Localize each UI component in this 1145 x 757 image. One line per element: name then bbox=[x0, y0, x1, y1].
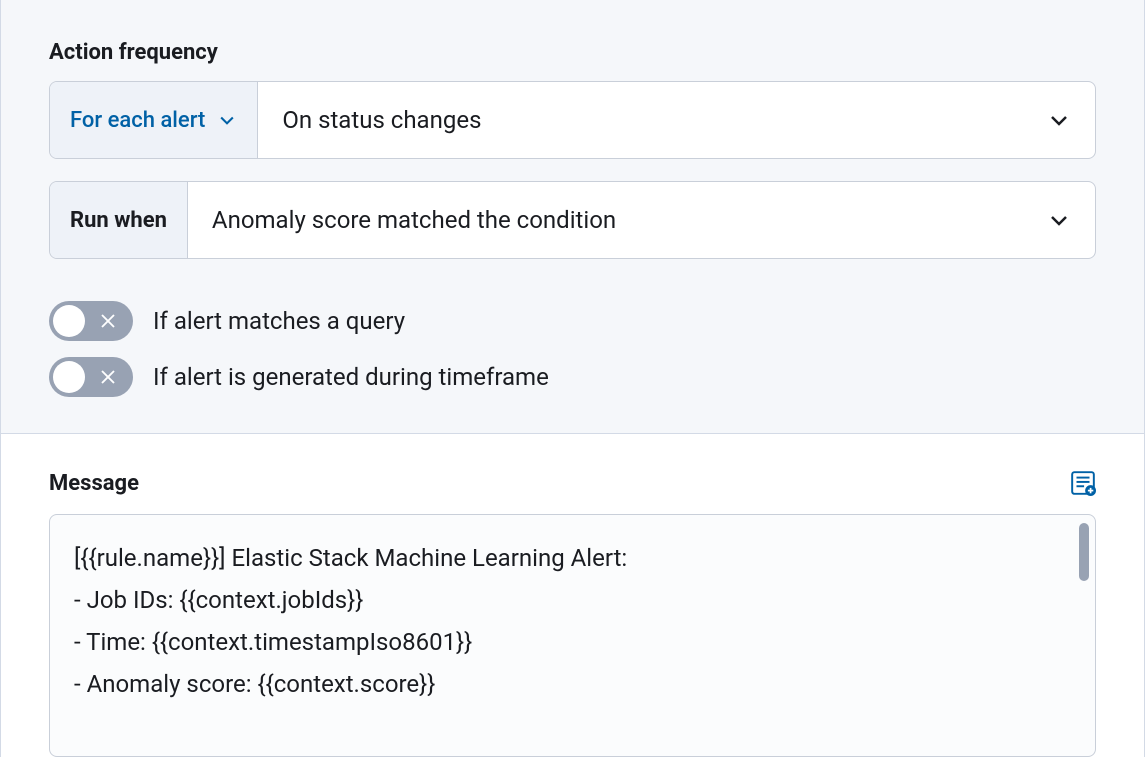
toggle-during-timeframe-row: If alert is generated during timeframe bbox=[49, 357, 1096, 397]
chevron-down-icon bbox=[1047, 208, 1071, 232]
x-icon bbox=[99, 312, 117, 330]
run-when-value: Anomaly score matched the condition bbox=[212, 206, 616, 234]
run-when-selector[interactable]: Anomaly score matched the condition bbox=[188, 182, 1095, 258]
chevron-down-icon bbox=[217, 110, 237, 130]
scrollbar-thumb[interactable] bbox=[1079, 523, 1089, 581]
action-frequency-section: Action frequency For each alert On statu… bbox=[1, 0, 1144, 434]
toggle-knob bbox=[53, 361, 85, 393]
message-header: Message bbox=[49, 470, 1096, 496]
message-body: [{{rule.name}}] Elastic Stack Machine Le… bbox=[74, 537, 1071, 705]
message-textarea[interactable]: [{{rule.name}}] Elastic Stack Machine Le… bbox=[49, 514, 1096, 757]
toggle-matches-query-row: If alert matches a query bbox=[49, 301, 1096, 341]
action-frequency-heading: Action frequency bbox=[49, 40, 1096, 65]
frequency-scope-trigger-row: For each alert On status changes bbox=[49, 81, 1096, 159]
add-variable-icon[interactable] bbox=[1070, 470, 1096, 496]
run-when-label-box: Run when bbox=[50, 182, 188, 258]
toggle-during-timeframe-label: If alert is generated during timeframe bbox=[153, 363, 549, 391]
action-config-panel: Action frequency For each alert On statu… bbox=[0, 0, 1145, 757]
toggle-matches-query[interactable] bbox=[49, 301, 133, 341]
toggle-during-timeframe[interactable] bbox=[49, 357, 133, 397]
frequency-trigger-value: On status changes bbox=[282, 106, 481, 134]
run-when-row: Run when Anomaly score matched the condi… bbox=[49, 181, 1096, 259]
run-when-label: Run when bbox=[70, 208, 167, 233]
frequency-trigger-selector[interactable]: On status changes bbox=[258, 82, 1095, 158]
frequency-scope-label: For each alert bbox=[70, 108, 205, 133]
chevron-down-icon bbox=[1047, 108, 1071, 132]
message-section: Message [{{rule.name}}] Elastic Stack Ma… bbox=[1, 434, 1144, 757]
message-heading: Message bbox=[49, 471, 139, 496]
toggle-knob bbox=[53, 305, 85, 337]
frequency-scope-selector[interactable]: For each alert bbox=[50, 82, 258, 158]
toggle-matches-query-label: If alert matches a query bbox=[153, 307, 405, 335]
x-icon bbox=[99, 368, 117, 386]
